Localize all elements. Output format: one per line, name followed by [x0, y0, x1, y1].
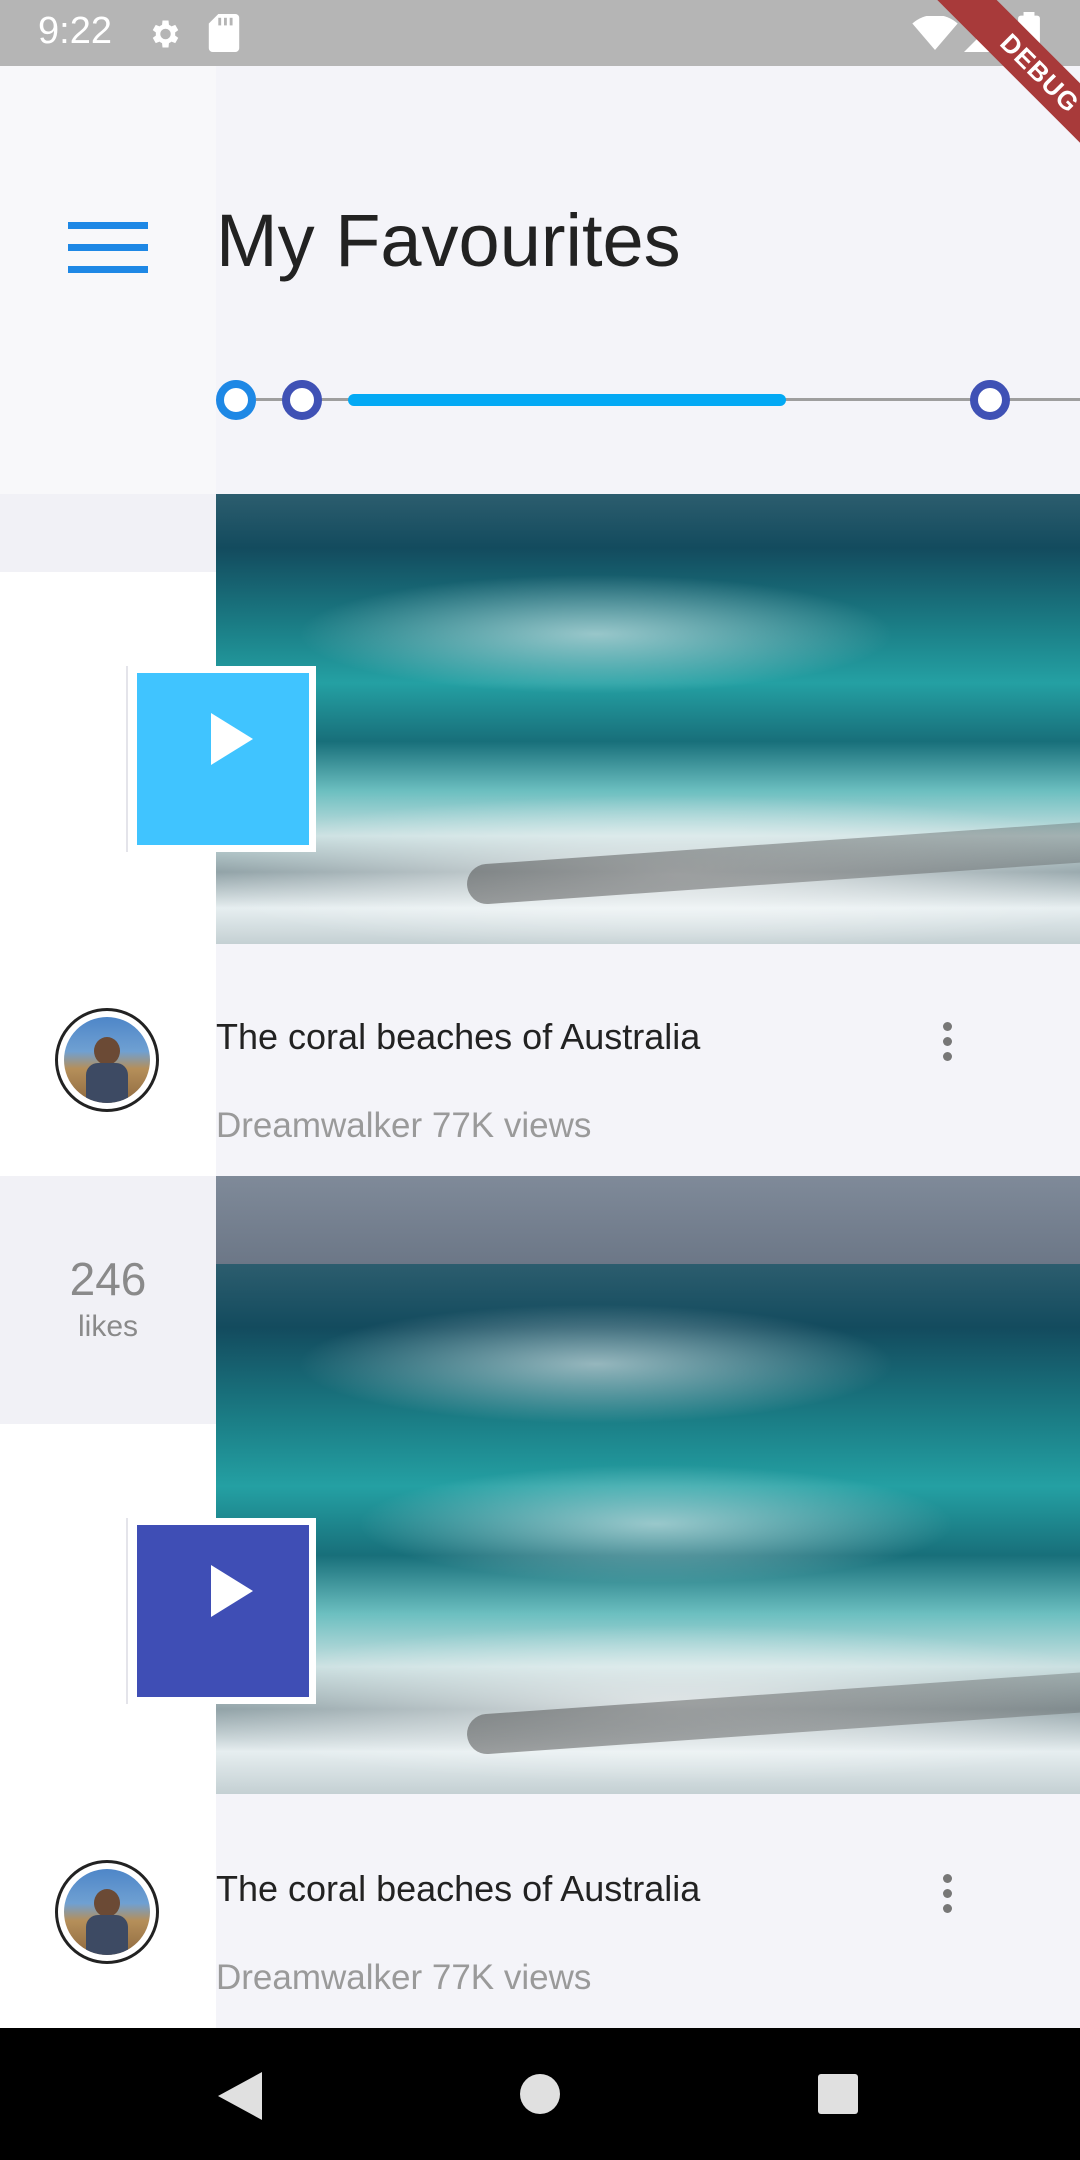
- divider: [126, 1518, 128, 1704]
- play-icon: [211, 713, 253, 765]
- more-options-icon[interactable]: [943, 1874, 952, 1919]
- play-button-1[interactable]: [130, 666, 316, 852]
- recents-icon[interactable]: [818, 2074, 858, 2114]
- status-time: 9:22: [38, 10, 112, 52]
- back-icon[interactable]: [218, 2072, 262, 2120]
- header-gutter: [0, 66, 216, 494]
- video-meta-1: Dreamwalker 77K views: [216, 1106, 592, 1145]
- timeline[interactable]: [216, 380, 1080, 420]
- timeline-node-1[interactable]: [216, 380, 256, 420]
- debug-label: DEBUG: [933, 0, 1080, 180]
- play-button-2[interactable]: [130, 1518, 316, 1704]
- avatar[interactable]: [55, 1008, 159, 1112]
- likes-count: 246: [69, 1253, 147, 1305]
- more-options-icon[interactable]: [943, 1022, 952, 1067]
- hamburger-menu-icon[interactable]: [68, 220, 148, 276]
- gear-icon: [152, 20, 179, 48]
- video-thumbnail-1[interactable]: [216, 494, 1080, 944]
- video-thumbnail-2[interactable]: [216, 1264, 1080, 1794]
- likes-label: likes: [77, 1310, 138, 1343]
- sky: [216, 1176, 1080, 1264]
- video-meta-2: Dreamwalker 77K views: [216, 1958, 592, 1997]
- timeline-progress: [348, 394, 786, 406]
- sd-card-icon: [208, 14, 240, 52]
- avatar[interactable]: [55, 1860, 159, 1964]
- navigation-bar: [0, 2028, 1080, 2160]
- debug-banner: DEBUG: [900, 0, 1080, 180]
- page-title: My Favourites: [216, 199, 681, 282]
- divider: [126, 666, 128, 852]
- play-icon: [211, 1565, 253, 1617]
- home-icon[interactable]: [520, 2074, 560, 2114]
- video-title-2[interactable]: The coral beaches of Australia: [216, 1868, 700, 1910]
- timeline-node-3[interactable]: [970, 380, 1010, 420]
- gutter-strip: [0, 494, 216, 572]
- video-title-1[interactable]: The coral beaches of Australia: [216, 1016, 700, 1058]
- timeline-node-2[interactable]: [282, 380, 322, 420]
